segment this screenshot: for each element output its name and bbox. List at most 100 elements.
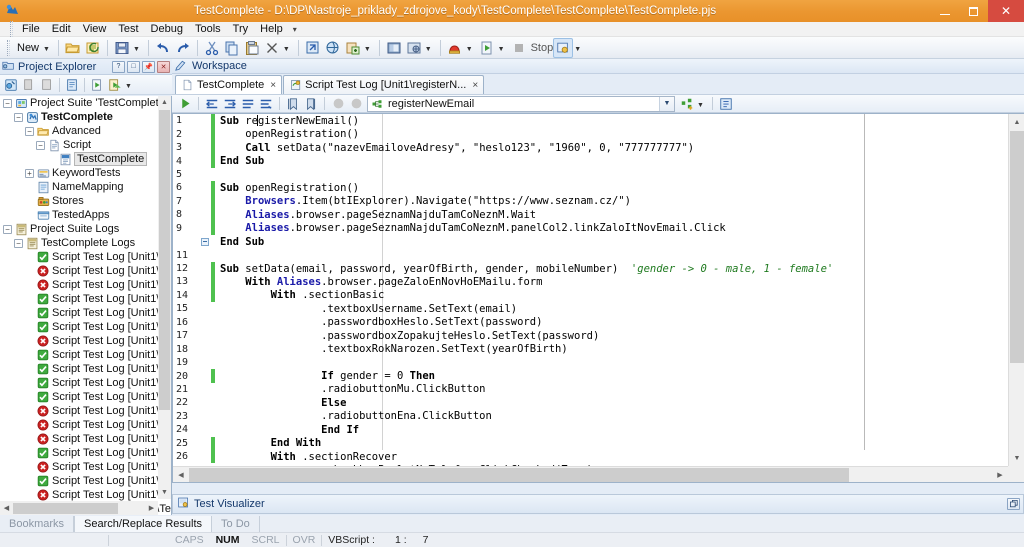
chevron-down-icon[interactable]: ▼: [659, 96, 674, 111]
close-button[interactable]: ✕: [988, 0, 1024, 22]
display-log-icon[interactable]: [384, 38, 404, 58]
paste-icon[interactable]: [242, 38, 262, 58]
tree-item[interactable]: Script Test Log [Unit1\Tes: [0, 362, 171, 376]
tree-item[interactable]: Script Test Log [Unit1\Tes: [0, 292, 171, 306]
editor-vertical-scrollbar[interactable]: ▲ ▼: [1008, 114, 1024, 466]
code-line[interactable]: 8 Aliases.browser.pageSeznamNajduTamCoNe…: [173, 208, 1008, 222]
restore-icon[interactable]: [1007, 498, 1020, 510]
outdent-icon[interactable]: [221, 95, 239, 112]
editor-horizontal-scrollbar[interactable]: ◀ ▶: [173, 466, 1008, 482]
toggle-bookmark-icon[interactable]: [284, 95, 302, 112]
save-dropdown-arrow-icon[interactable]: ▼: [133, 46, 140, 53]
code-line[interactable]: 19: [173, 356, 1008, 369]
tree-item[interactable]: Script Test Log [Unit1\Tes: [0, 264, 171, 278]
save-icon[interactable]: [112, 38, 132, 58]
record-dropdown-arrow-icon[interactable]: ▼: [364, 46, 371, 53]
collapse-icon[interactable]: −: [3, 224, 12, 234]
code-line[interactable]: 3 Call setData("nazevEmailoveAdresy", "h…: [173, 140, 1008, 155]
tree-item[interactable]: Stores: [0, 194, 171, 208]
editor-vscroll-thumb[interactable]: [1010, 131, 1024, 363]
menu-tools[interactable]: Tools: [189, 22, 227, 37]
run-dropdown-arrow-icon[interactable]: ▼: [125, 83, 132, 90]
tree-item[interactable]: Script Test Log [Unit1\Tes: [0, 474, 171, 488]
code-line[interactable]: 4 End Sub: [173, 154, 1008, 168]
code-line[interactable]: 1 Sub registerNewEmail(): [173, 114, 1008, 128]
code-line[interactable]: End Sub: [173, 235, 1008, 248]
code-line[interactable]: 22 Else: [173, 396, 1008, 409]
code-line[interactable]: 24 End If: [173, 423, 1008, 436]
tree-item[interactable]: − Project Suite Logs: [0, 222, 171, 236]
routine-selector[interactable]: registerNewEmail ▼: [367, 95, 675, 112]
run-project-suite-icon[interactable]: [106, 76, 124, 94]
tab-bookmarks[interactable]: Bookmarks: [0, 516, 75, 532]
run-project-icon[interactable]: [477, 38, 497, 58]
undo-icon[interactable]: [153, 38, 173, 58]
code-line[interactable]: 16 .passwordboxHeslo.SetText(password): [173, 316, 1008, 329]
code-line[interactable]: 7 Browsers.Item(btIExplorer).Navigate("h…: [173, 194, 1008, 209]
fold-toggle-icon[interactable]: [199, 237, 211, 246]
code-line[interactable]: 9 Aliases.browser.pageSeznamNajduTamCoNe…: [173, 221, 1008, 235]
run-test-dropdown-arrow-icon[interactable]: ▼: [466, 46, 473, 53]
cut-icon[interactable]: [202, 38, 222, 58]
tree-item[interactable]: Script Test Log [Unit1\Tes: [0, 334, 171, 348]
maximize-button[interactable]: [959, 0, 988, 22]
collapse-icon[interactable]: −: [14, 238, 23, 248]
tree-item[interactable]: − TestComplete: [0, 110, 171, 124]
properties-icon[interactable]: [2, 76, 20, 94]
menu-grip[interactable]: [10, 21, 13, 37]
menu-overflow-icon[interactable]: ▾: [289, 22, 301, 37]
scroll-right-arrow-icon[interactable]: ▶: [992, 467, 1008, 483]
menu-try[interactable]: Try: [227, 22, 254, 37]
tree-vertical-scrollbar[interactable]: ▲ ▼: [158, 96, 171, 499]
pin-icon[interactable]: 📌: [142, 60, 155, 73]
copy-icon[interactable]: [222, 38, 242, 58]
run-project-dropdown-arrow-icon[interactable]: ▼: [498, 46, 505, 53]
add-routine-dropdown-arrow-icon[interactable]: ▼: [697, 102, 704, 109]
indent-icon[interactable]: [203, 95, 221, 112]
menu-debug[interactable]: Debug: [145, 22, 189, 37]
tree-item[interactable]: − Project Suite 'TestComplete' (1 pro: [0, 96, 171, 110]
code-line[interactable]: 18 .textboxRokNarozen.SetText(yearOfBirt…: [173, 342, 1008, 355]
tree-item[interactable]: Script Test Log [Unit1\Tes: [0, 278, 171, 292]
menu-edit[interactable]: Edit: [46, 22, 77, 37]
code-line[interactable]: 2 openRegistration(): [173, 127, 1008, 141]
tree-item[interactable]: + KeywordTests: [0, 166, 171, 180]
menu-test[interactable]: Test: [112, 22, 144, 37]
tree-item[interactable]: − Script: [0, 138, 171, 152]
scroll-down-arrow-icon[interactable]: ▼: [158, 486, 171, 499]
code-line[interactable]: 12 Sub setData(email, password, yearOfBir…: [173, 261, 1008, 276]
collapse-icon[interactable]: −: [3, 98, 12, 108]
record-test-icon[interactable]: [343, 38, 363, 58]
code-line[interactable]: 5: [173, 168, 1008, 181]
restore-icon[interactable]: □: [127, 60, 140, 73]
tree-item[interactable]: Script Test Log [Unit1\Tes: [0, 348, 171, 362]
menu-help[interactable]: Help: [254, 22, 289, 37]
code-line[interactable]: 11: [173, 248, 1008, 261]
tree-item[interactable]: NameMapping: [0, 180, 171, 194]
project-tree[interactable]: −Project Suite 'TestComplete' (1 pro−Tes…: [0, 96, 172, 515]
comment-icon[interactable]: [239, 95, 257, 112]
code-line[interactable]: 17 .passwordboxZopakujteHeslo.SetText(pa…: [173, 329, 1008, 342]
code-line[interactable]: 14 With .sectionBasic: [173, 288, 1008, 303]
object-spy-icon[interactable]: [303, 38, 323, 58]
code-line[interactable]: 6 Sub openRegistration(): [173, 181, 1008, 195]
tab-to-do[interactable]: To Do: [212, 516, 260, 532]
tree-item[interactable]: Script Test Log [Unit1\Tes: [0, 460, 171, 474]
tree-item[interactable]: Script Test Log [Unit1\Tes: [0, 418, 171, 432]
options-icon[interactable]: [717, 95, 735, 112]
close-icon[interactable]: ✕: [157, 60, 170, 73]
open-project-icon[interactable]: [63, 38, 83, 58]
tab-testcomplete[interactable]: TestComplete ×: [175, 75, 283, 94]
code-line[interactable]: 21 .radiobuttonMu.ClickButton: [173, 383, 1008, 396]
tree-item[interactable]: − TestComplete Logs: [0, 236, 171, 250]
tree-item[interactable]: Script Test Log [Unit1\Tes: [0, 320, 171, 334]
run-script-icon[interactable]: [176, 95, 194, 112]
open-recent-icon[interactable]: [83, 38, 103, 58]
collapse-icon[interactable]: −: [25, 126, 34, 136]
redo-icon[interactable]: [173, 38, 193, 58]
scroll-down-arrow-icon[interactable]: ▼: [1009, 450, 1024, 466]
code-line[interactable]: 20 If gender = 0 Then: [173, 369, 1008, 383]
uncomment-icon[interactable]: [257, 95, 275, 112]
new-dropdown-arrow-icon[interactable]: ▼: [43, 46, 50, 53]
clear-bookmarks-icon[interactable]: [302, 95, 320, 112]
